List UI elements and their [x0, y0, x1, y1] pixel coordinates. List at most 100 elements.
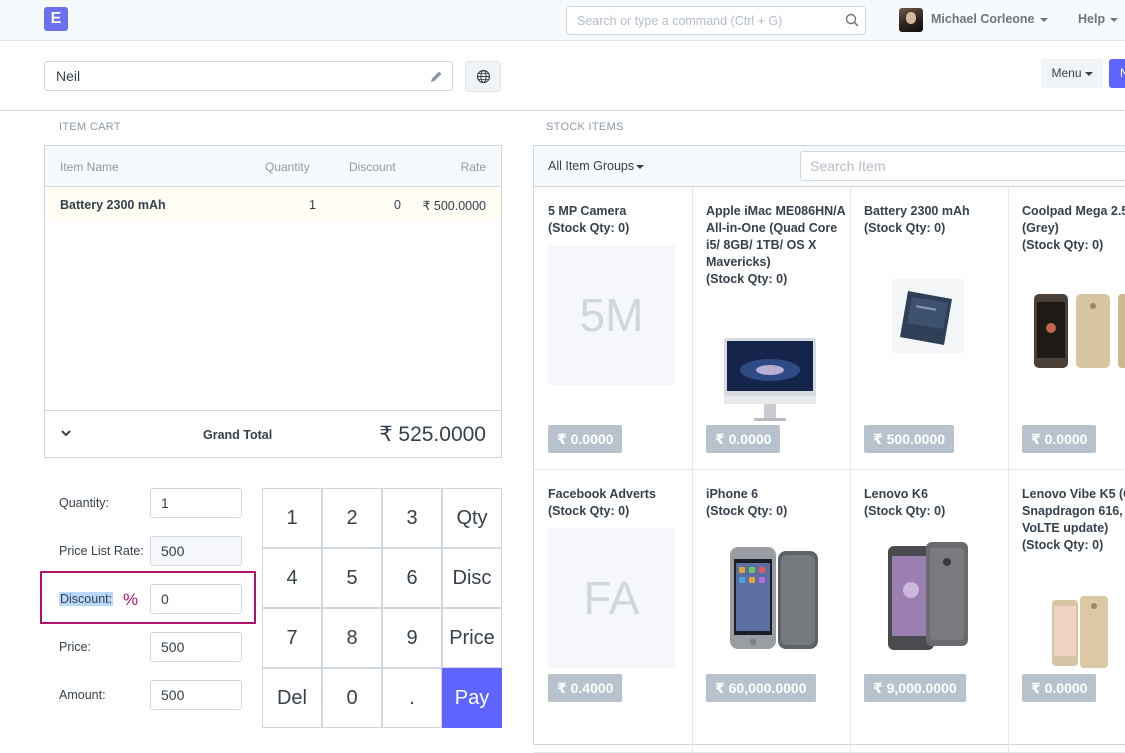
price-label: Price:: [59, 640, 91, 654]
cart-footer: Grand Total ₹ 525.0000: [45, 410, 501, 457]
item-cart: Item Name Quantity Discount Rate Battery…: [44, 145, 502, 458]
key-5[interactable]: 5: [322, 548, 382, 608]
item-stock: (Stock Qty: 0): [1022, 238, 1104, 252]
amount-input[interactable]: 500: [150, 680, 242, 710]
search-input[interactable]: [567, 7, 837, 34]
item-name: Lenovo K6: [864, 487, 928, 501]
percent-icon: %: [123, 590, 139, 609]
cart-header: Item Name Quantity Discount Rate: [45, 146, 501, 187]
item-card[interactable]: Coolpad Mega 2.5D (Grey) (Stock Qty: 0) …: [1008, 187, 1125, 470]
key-2[interactable]: 2: [322, 488, 382, 548]
item-card[interactable]: iPhone 6 (Stock Qty: 0) ₹ 60,000.0000: [692, 470, 851, 753]
key-4[interactable]: 4: [262, 548, 322, 608]
globe-button[interactable]: [465, 61, 501, 92]
avatar[interactable]: [899, 8, 923, 32]
item-abbr: 5M: [548, 245, 675, 385]
key-9[interactable]: 9: [382, 608, 442, 668]
coolpad-image: [1034, 294, 1125, 368]
item-price: ₹ 0.4000: [548, 674, 623, 702]
item-search[interactable]: [800, 151, 1125, 181]
chevron-down-icon: [1084, 71, 1093, 76]
item-name: 5 MP Camera: [548, 204, 627, 218]
item-title: Lenovo Vibe K5 (Gold, Snapdragon 616, Vo…: [1022, 486, 1125, 554]
globe-icon: [476, 69, 491, 84]
item-name: Battery 2300 mAh: [864, 204, 970, 218]
app-logo[interactable]: E: [44, 7, 68, 31]
item-groups-label: All Item Groups: [548, 159, 635, 173]
item-name: iPhone 6: [706, 487, 759, 501]
col-quantity: Quantity: [265, 160, 310, 174]
discount-label-text: Discount:: [59, 592, 114, 606]
search-icon: [845, 13, 859, 27]
key-disc[interactable]: Disc: [442, 548, 502, 608]
item-groups-dropdown[interactable]: All Item Groups: [548, 159, 645, 173]
price-input[interactable]: 500: [150, 632, 242, 662]
menu-label: Menu: [1051, 66, 1082, 80]
col-rate: Rate: [460, 160, 486, 174]
item-card[interactable]: Facebook Adverts (Stock Qty: 0) FA ₹ 0.4…: [534, 470, 693, 753]
stock-header: All Item Groups: [534, 146, 1125, 187]
customer-field[interactable]: [44, 61, 453, 91]
page-head: Menu N: [0, 41, 1125, 111]
item-card[interactable]: Lenovo Vibe K5 (Gold, Snapdragon 616, Vo…: [1008, 470, 1125, 753]
awesome-bar[interactable]: [566, 6, 866, 35]
key-7[interactable]: 7: [262, 608, 322, 668]
lenovo-image: [888, 542, 968, 650]
help-label: Help: [1078, 12, 1106, 26]
item-stock: (Stock Qty: 0): [864, 504, 946, 518]
help-menu[interactable]: Help: [1078, 12, 1119, 26]
item-card[interactable]: 5 MP Camera (Stock Qty: 0) 5M ₹ 0.0000: [534, 187, 693, 470]
price-list-rate-input: 500: [150, 536, 242, 566]
item-title: Coolpad Mega 2.5D (Grey) (Stock Qty: 0): [1022, 203, 1125, 254]
pencil-icon[interactable]: [430, 70, 443, 83]
cart-row[interactable]: Battery 2300 mAh 1 0 ₹ 500.0000: [45, 187, 501, 222]
key-6[interactable]: 6: [382, 548, 442, 608]
item-stock: (Stock Qty: 0): [706, 504, 788, 518]
item-abbr: FA: [548, 528, 675, 668]
col-discount: Discount: [349, 160, 396, 174]
item-stock: (Stock Qty: 0): [864, 221, 946, 235]
quantity-label: Quantity:: [59, 496, 110, 510]
menu-button[interactable]: Menu: [1041, 59, 1103, 88]
price-list-rate-label: Price List Rate:: [59, 544, 144, 558]
item-search-input[interactable]: [801, 152, 1101, 180]
discount-input[interactable]: 0: [150, 584, 242, 614]
pay-button[interactable]: Pay: [442, 668, 502, 728]
key-8[interactable]: 8: [322, 608, 382, 668]
item-title: Apple iMac ME086HN/A All-in-One (Quad Co…: [706, 203, 846, 288]
item-price: ₹ 0.0000: [1022, 674, 1097, 702]
item-title: 5 MP Camera (Stock Qty: 0): [548, 203, 688, 237]
new-button[interactable]: N: [1109, 59, 1125, 88]
item-card[interactable]: Apple iMac ME086HN/A All-in-One (Quad Co…: [692, 187, 851, 470]
chevron-down-icon: [1110, 17, 1119, 22]
cart-item-name: Battery 2300 mAh: [60, 198, 166, 212]
item-cart-label: ITEM CART: [59, 121, 121, 133]
chevron-down-icon: [1039, 17, 1048, 22]
chevron-down-icon: [636, 164, 645, 169]
key-qty[interactable]: Qty: [442, 488, 502, 548]
key-3[interactable]: 3: [382, 488, 442, 548]
item-card[interactable]: Lenovo K6 (Stock Qty: 0) ₹ 9,000.0000: [850, 470, 1009, 753]
key-dot[interactable]: .: [382, 668, 442, 728]
cart-item-rate: ₹ 500.0000: [422, 199, 486, 213]
item-card[interactable]: Battery 2300 mAh (Stock Qty: 0) ₹ 500.00…: [850, 187, 1009, 470]
amount-label: Amount:: [59, 688, 106, 702]
key-0[interactable]: 0: [322, 668, 382, 728]
item-price: ₹ 9,000.0000: [864, 674, 966, 702]
key-del[interactable]: Del: [262, 668, 322, 728]
item-stock: (Stock Qty: 0): [548, 221, 630, 235]
navbar: E Michael Corleone Help: [0, 0, 1125, 41]
item-price: ₹ 0.0000: [548, 425, 623, 453]
item-name: Apple iMac ME086HN/A All-in-One (Quad Co…: [706, 204, 846, 269]
key-1[interactable]: 1: [262, 488, 322, 548]
item-price: ₹ 0.0000: [706, 425, 781, 453]
battery-image: [892, 279, 964, 353]
quantity-input[interactable]: 1: [150, 488, 242, 518]
customer-input[interactable]: [45, 62, 415, 90]
grand-total-value: ₹ 525.0000: [379, 423, 486, 446]
key-price[interactable]: Price: [442, 608, 502, 668]
user-name: Michael Corleone: [931, 12, 1035, 26]
chevron-down-icon[interactable]: [60, 428, 72, 438]
stock-items: All Item Groups 5 MP Camera (Stock Qty: …: [533, 145, 1125, 753]
user-menu[interactable]: Michael Corleone: [931, 12, 1048, 26]
